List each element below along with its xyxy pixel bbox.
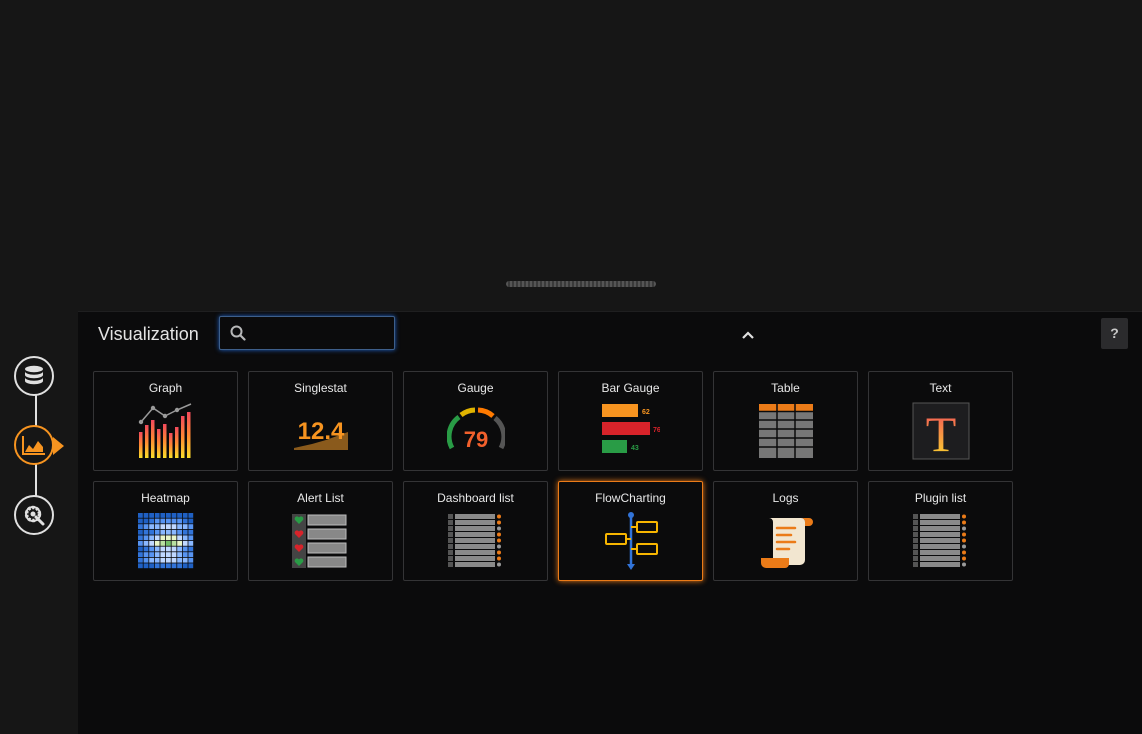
panel-resize-handle[interactable] xyxy=(506,281,656,287)
plugin-card-alert-list[interactable]: Alert List xyxy=(248,481,393,581)
plugin-card-singlestat[interactable]: Singlestat 12.4 xyxy=(248,371,393,471)
plugin-name: Bar Gauge xyxy=(601,381,660,395)
plugin-card-table[interactable]: Table xyxy=(713,371,858,471)
plugin-name: Gauge xyxy=(457,381,494,395)
plugin-name: Plugin list xyxy=(914,491,967,505)
plugin-card-bar-gauge[interactable]: Bar Gauge 62 76 43 xyxy=(558,371,703,471)
visualization-editor: Visualization ? Graph Singlestat 12.4 Ga… xyxy=(78,311,1142,734)
plugin-card-heatmap[interactable]: Heatmap xyxy=(93,481,238,581)
plugin-name: Text xyxy=(929,381,952,395)
table-icon xyxy=(759,404,813,458)
editor-title: Visualization xyxy=(98,324,199,344)
plugin-card-graph[interactable]: Graph xyxy=(93,371,238,471)
queries-step-button[interactable] xyxy=(14,356,54,396)
bar-value-3: 43 xyxy=(631,445,639,452)
collapse-picker-button[interactable] xyxy=(741,327,755,345)
heatmap-icon xyxy=(138,513,194,569)
plugin-card-text[interactable]: Text T xyxy=(868,371,1013,471)
gauge-value: 79 xyxy=(464,427,488,452)
singlestat-value: 12.4 xyxy=(298,418,345,445)
help-button[interactable]: ? xyxy=(1101,318,1128,349)
plugin-name: Alert List xyxy=(297,491,344,505)
text-glyph: T xyxy=(926,406,957,460)
graph-icon xyxy=(138,403,192,458)
plugin-name: Graph xyxy=(148,381,183,395)
plugin-card-gauge[interactable]: Gauge 79 xyxy=(403,371,548,471)
database-icon xyxy=(25,365,43,385)
bar-gauge-icon: 62 76 43 xyxy=(602,404,660,453)
plugin-card-dashboard-list[interactable]: Dashboard list xyxy=(403,481,548,581)
plugin-name: FlowCharting xyxy=(595,491,666,505)
dashboard-list-icon xyxy=(448,514,501,567)
general-settings-step-button[interactable] xyxy=(14,495,54,535)
settings-gear-icon xyxy=(24,505,45,526)
plugin-name: Logs xyxy=(772,491,799,505)
plugin-card-flowcharting[interactable]: FlowCharting xyxy=(558,481,703,581)
panel-preview-area xyxy=(0,0,1142,300)
editor-step-sidebar xyxy=(0,300,78,733)
bar-value-2: 76 xyxy=(653,427,660,434)
plugin-card-logs[interactable]: Logs xyxy=(713,481,858,581)
chevron-up-icon xyxy=(742,331,754,339)
plugin-list-icon xyxy=(913,514,966,567)
plugin-name: Heatmap xyxy=(141,491,190,505)
text-icon: T xyxy=(912,402,970,460)
plugin-card-plugin-list[interactable]: Plugin list xyxy=(868,481,1013,581)
visualization-search[interactable] xyxy=(219,316,395,350)
plugin-name: Singlestat xyxy=(294,381,347,395)
visualization-step-button[interactable] xyxy=(14,425,64,465)
gauge-icon: 79 xyxy=(447,407,505,452)
flowcharting-icon xyxy=(605,512,658,570)
search-icon xyxy=(230,325,246,346)
visualization-chart-icon xyxy=(22,436,45,455)
plugin-name: Dashboard list xyxy=(437,491,514,505)
bar-value-1: 62 xyxy=(642,409,650,416)
plugin-name: Table xyxy=(771,381,800,395)
search-input[interactable] xyxy=(252,322,390,346)
alert-list-icon xyxy=(292,514,347,568)
singlestat-icon: 12.4 xyxy=(294,418,348,450)
logs-icon xyxy=(761,518,813,568)
